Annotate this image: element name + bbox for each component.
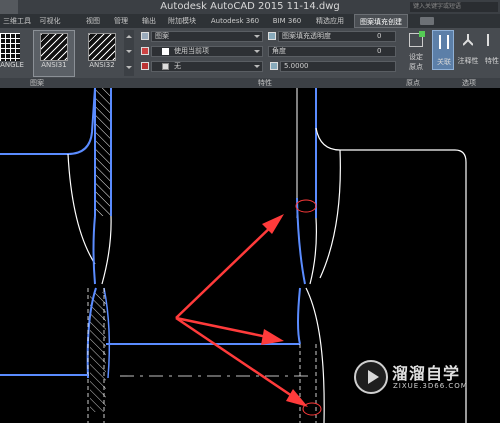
hatch-color-value: 使用当前项 — [174, 47, 209, 55]
annotative-label: 注释性 — [457, 57, 479, 65]
set-origin-label-1: 设定 — [409, 53, 423, 61]
none-swatch-icon — [162, 63, 169, 70]
camera-icon[interactable] — [420, 17, 434, 25]
pattern-ansi32-swatch[interactable] — [88, 33, 116, 61]
pattern-angle-label: ANGLE — [0, 61, 24, 69]
associative-icon — [439, 35, 449, 49]
plus-icon — [419, 31, 425, 37]
left-part-upper — [0, 88, 112, 423]
origin-panel-title: 原点 — [406, 79, 420, 87]
hatch-type-icon — [141, 32, 149, 40]
red-arrows — [175, 214, 308, 407]
properties-panel-title: 特性 — [258, 79, 272, 87]
hatch-color-icon — [141, 47, 149, 55]
associative-label: 关联 — [437, 58, 451, 66]
transparency-icon — [268, 32, 276, 40]
pattern-scroll[interactable] — [124, 30, 134, 76]
scroll-down-icon[interactable] — [126, 50, 132, 53]
hatch-type-select[interactable]: 图案 — [151, 31, 263, 42]
angle-field[interactable]: 角度 0 — [268, 46, 396, 57]
watermark-brand: 溜溜自学 — [392, 364, 461, 383]
chevron-down-icon — [254, 50, 260, 53]
tab-hatch-creation[interactable]: 图案填充创建 — [354, 14, 408, 28]
angle-value: 0 — [377, 47, 382, 55]
background-color-select[interactable]: 无 — [151, 61, 263, 72]
set-origin-icon — [409, 31, 425, 47]
options-panel-title: 选项 — [462, 79, 476, 87]
pattern-angle-swatch[interactable] — [0, 33, 20, 61]
set-origin-label-2: 原点 — [409, 63, 423, 71]
watermark-url: ZIXUE.3D66.COM — [393, 382, 468, 390]
background-color-icon — [141, 62, 149, 70]
annotative-button[interactable]: 注释性 — [456, 30, 480, 70]
scale-icon — [270, 62, 278, 70]
scale-field[interactable]: 5.0000 — [280, 61, 396, 72]
associative-button[interactable]: 关联 — [432, 30, 454, 70]
search-input[interactable]: 键入关键字或短语 — [410, 2, 498, 12]
expand-icon[interactable] — [126, 66, 132, 69]
scroll-up-icon[interactable] — [126, 35, 132, 38]
match-properties-icon — [487, 34, 497, 46]
tab-manage[interactable]: 管理 — [110, 14, 132, 28]
match-properties-label: 特性 — [485, 57, 499, 65]
tab-view[interactable]: 视图 — [82, 14, 104, 28]
angle-label: 角度 — [272, 47, 286, 55]
tab-bim-360[interactable]: BIM 360 — [268, 14, 306, 28]
tab-visualize[interactable]: 可视化 — [36, 14, 64, 28]
autocad-window: Autodesk AutoCAD 2015 11-14.dwg 键入关键字或短语… — [0, 0, 500, 423]
play-logo-icon — [354, 360, 388, 394]
pattern-ansi31-swatch[interactable] — [40, 33, 68, 61]
ribbon-panel: ANGLE ANSI31 ANSI32 图案 使用当前项 无 图案填充透明度 0… — [0, 28, 500, 88]
color-swatch-icon — [162, 48, 169, 55]
set-origin-button[interactable]: 设定 原点 — [404, 31, 428, 77]
background-color-value: 无 — [174, 62, 181, 70]
hatch-type-value: 图案 — [155, 32, 169, 40]
chevron-down-icon — [254, 65, 260, 68]
transparency-value: 0 — [377, 32, 382, 40]
match-properties-button[interactable]: 特性 — [484, 30, 500, 70]
pattern-ansi31-label: ANSI31 — [41, 61, 67, 69]
tab-output[interactable]: 输出 — [138, 14, 160, 28]
pattern-ansi32-label: ANSI32 — [89, 61, 115, 69]
tab-3d-tools[interactable]: 三维工具 — [2, 14, 32, 28]
ribbon-footer: 图案 特性 原点 选项 — [0, 78, 500, 88]
scale-value: 5.0000 — [284, 62, 309, 70]
title-bar: Autodesk AutoCAD 2015 11-14.dwg 键入关键字或短语 — [0, 0, 500, 14]
watermark: 溜溜自学 ZIXUE.3D66.COM — [352, 356, 472, 402]
tab-featured-apps[interactable]: 精选应用 — [310, 14, 350, 28]
chevron-down-icon — [254, 35, 260, 38]
transparency-label: 图案填充透明度 — [282, 32, 331, 40]
tab-addins[interactable]: 附加模块 — [164, 14, 200, 28]
pattern-panel-title: 图案 — [30, 79, 44, 87]
ribbon-tab-bar: 三维工具 可视化 视图 管理 输出 附加模块 Autodesk 360 BIM … — [0, 14, 500, 28]
hatch-color-select[interactable]: 使用当前项 — [151, 46, 263, 57]
tab-autodesk-360[interactable]: Autodesk 360 — [206, 14, 264, 28]
annotative-icon — [462, 34, 474, 46]
transparency-field[interactable]: 图案填充透明度 0 — [278, 31, 396, 42]
